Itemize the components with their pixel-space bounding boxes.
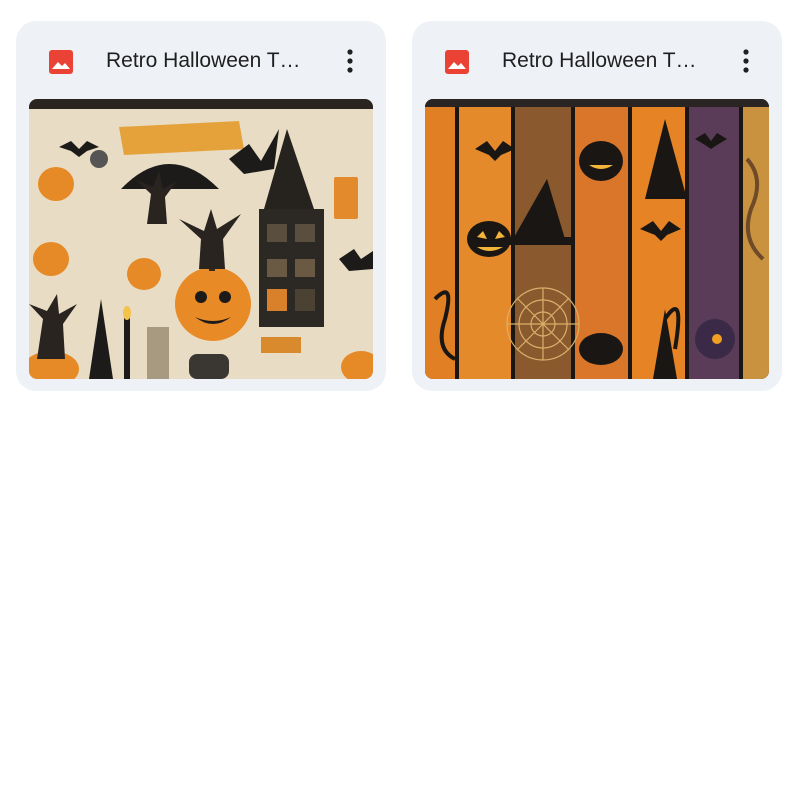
file-thumbnail[interactable] [425, 99, 769, 379]
more-vert-icon [743, 49, 749, 73]
file-card[interactable]: Retro Halloween T… [16, 21, 386, 391]
file-thumbnail[interactable] [29, 99, 373, 379]
image-file-icon [444, 49, 470, 75]
file-title[interactable]: Retro Halloween T… [502, 45, 722, 77]
file-title[interactable]: Retro Halloween T… [106, 45, 326, 77]
file-card-header: Retro Halloween T… [16, 21, 386, 99]
more-vert-icon [347, 49, 353, 73]
file-grid: Retro Halloween T… Retro Halloween T… [0, 0, 792, 790]
file-card-header: Retro Halloween T… [412, 21, 782, 99]
more-options-button[interactable] [334, 43, 366, 79]
image-file-icon [48, 49, 74, 75]
more-options-button[interactable] [730, 43, 762, 79]
file-card[interactable]: Retro Halloween T… [412, 21, 782, 391]
